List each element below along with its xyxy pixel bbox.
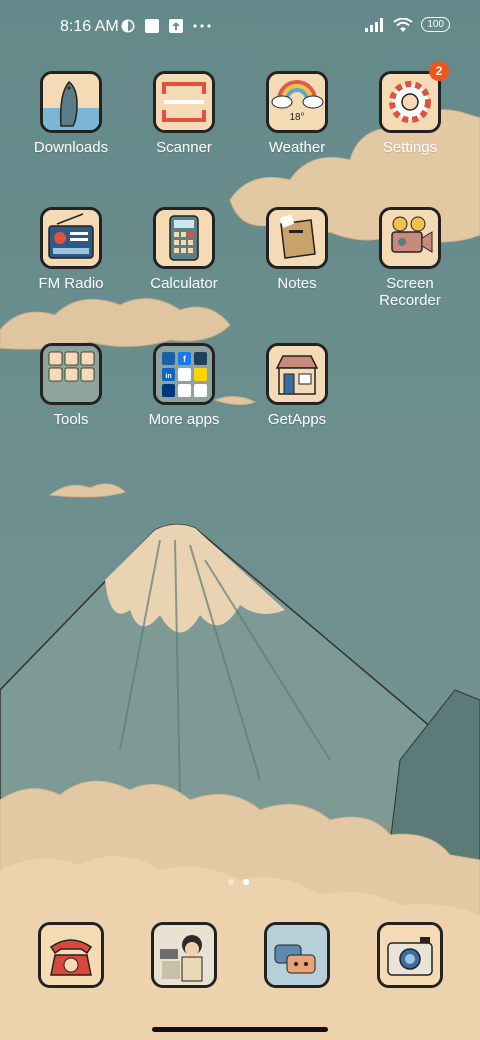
app-calculator[interactable]: Calculator bbox=[134, 207, 234, 292]
girl-illustration-icon bbox=[154, 925, 214, 985]
folder-icon bbox=[40, 343, 102, 405]
home-indicator[interactable] bbox=[152, 1027, 328, 1032]
app-weather[interactable]: 18° Weather bbox=[247, 71, 347, 156]
battery-icon: 100 bbox=[421, 17, 450, 32]
page-dot[interactable] bbox=[228, 879, 234, 885]
calculator-icon bbox=[153, 207, 215, 269]
folder-item-linkedin: in bbox=[165, 373, 171, 380]
app-label: Scanner bbox=[156, 139, 212, 156]
app-label: Settings bbox=[382, 139, 438, 156]
radio-icon bbox=[40, 207, 102, 269]
page-dot-active[interactable] bbox=[243, 879, 249, 885]
app-notes[interactable]: Notes bbox=[247, 207, 347, 292]
notification-badge: 2 bbox=[429, 61, 449, 81]
app-screen-recorder[interactable]: Screen Recorder bbox=[360, 207, 460, 309]
app-settings[interactable]: 2 Settings bbox=[360, 61, 460, 156]
scanner-frame-icon bbox=[153, 71, 215, 133]
weather-temp: 18° bbox=[289, 112, 305, 123]
app-label: More apps bbox=[148, 411, 220, 428]
app-label: Screen Recorder bbox=[379, 275, 441, 309]
whale-icon bbox=[40, 71, 102, 133]
app-label: Tools bbox=[53, 411, 89, 428]
app-fm-radio[interactable]: FM Radio bbox=[21, 207, 121, 292]
signal-icon bbox=[365, 17, 384, 32]
rotary-phone-icon bbox=[41, 925, 101, 985]
notification-icons bbox=[120, 18, 212, 34]
dock-messaging[interactable] bbox=[151, 922, 217, 988]
app-scanner[interactable]: Scanner bbox=[134, 71, 234, 156]
more-dots-icon bbox=[193, 24, 211, 28]
app-label: Downloads bbox=[33, 139, 109, 156]
app-label: Notes bbox=[277, 275, 317, 292]
dock-messages[interactable] bbox=[264, 922, 330, 988]
square-notification-icon bbox=[145, 19, 159, 33]
page-indicator bbox=[228, 879, 249, 885]
wifi-icon bbox=[393, 17, 413, 32]
weather-rainbow-icon: 18° bbox=[266, 71, 328, 133]
gear-icon bbox=[379, 71, 441, 133]
app-tools-folder[interactable]: Tools bbox=[21, 343, 121, 428]
app-downloads[interactable]: Downloads bbox=[21, 71, 121, 156]
folder-icon: f in bbox=[153, 343, 215, 405]
store-icon bbox=[266, 343, 328, 405]
app-label: Calculator bbox=[150, 275, 218, 292]
dock-phone[interactable] bbox=[38, 922, 104, 988]
dock bbox=[0, 922, 480, 992]
app-label: GetApps bbox=[267, 411, 327, 428]
film-camera-icon bbox=[379, 207, 441, 269]
app-label: FM Radio bbox=[38, 275, 104, 292]
camera-icon bbox=[380, 925, 440, 985]
status-bar: 8:16 AM 100 bbox=[0, 0, 480, 56]
app-getapps[interactable]: GetApps bbox=[247, 343, 347, 428]
vpn-icon bbox=[121, 19, 135, 33]
app-more-apps-folder[interactable]: f in More apps bbox=[134, 343, 234, 428]
status-time: 8:16 AM bbox=[60, 18, 119, 35]
app-label: Weather bbox=[268, 139, 326, 156]
chat-bubbles-icon bbox=[267, 925, 327, 985]
system-icons: 100 bbox=[365, 17, 450, 32]
notes-icon bbox=[266, 207, 328, 269]
upload-notification-icon bbox=[169, 19, 183, 33]
dock-camera[interactable] bbox=[377, 922, 443, 988]
